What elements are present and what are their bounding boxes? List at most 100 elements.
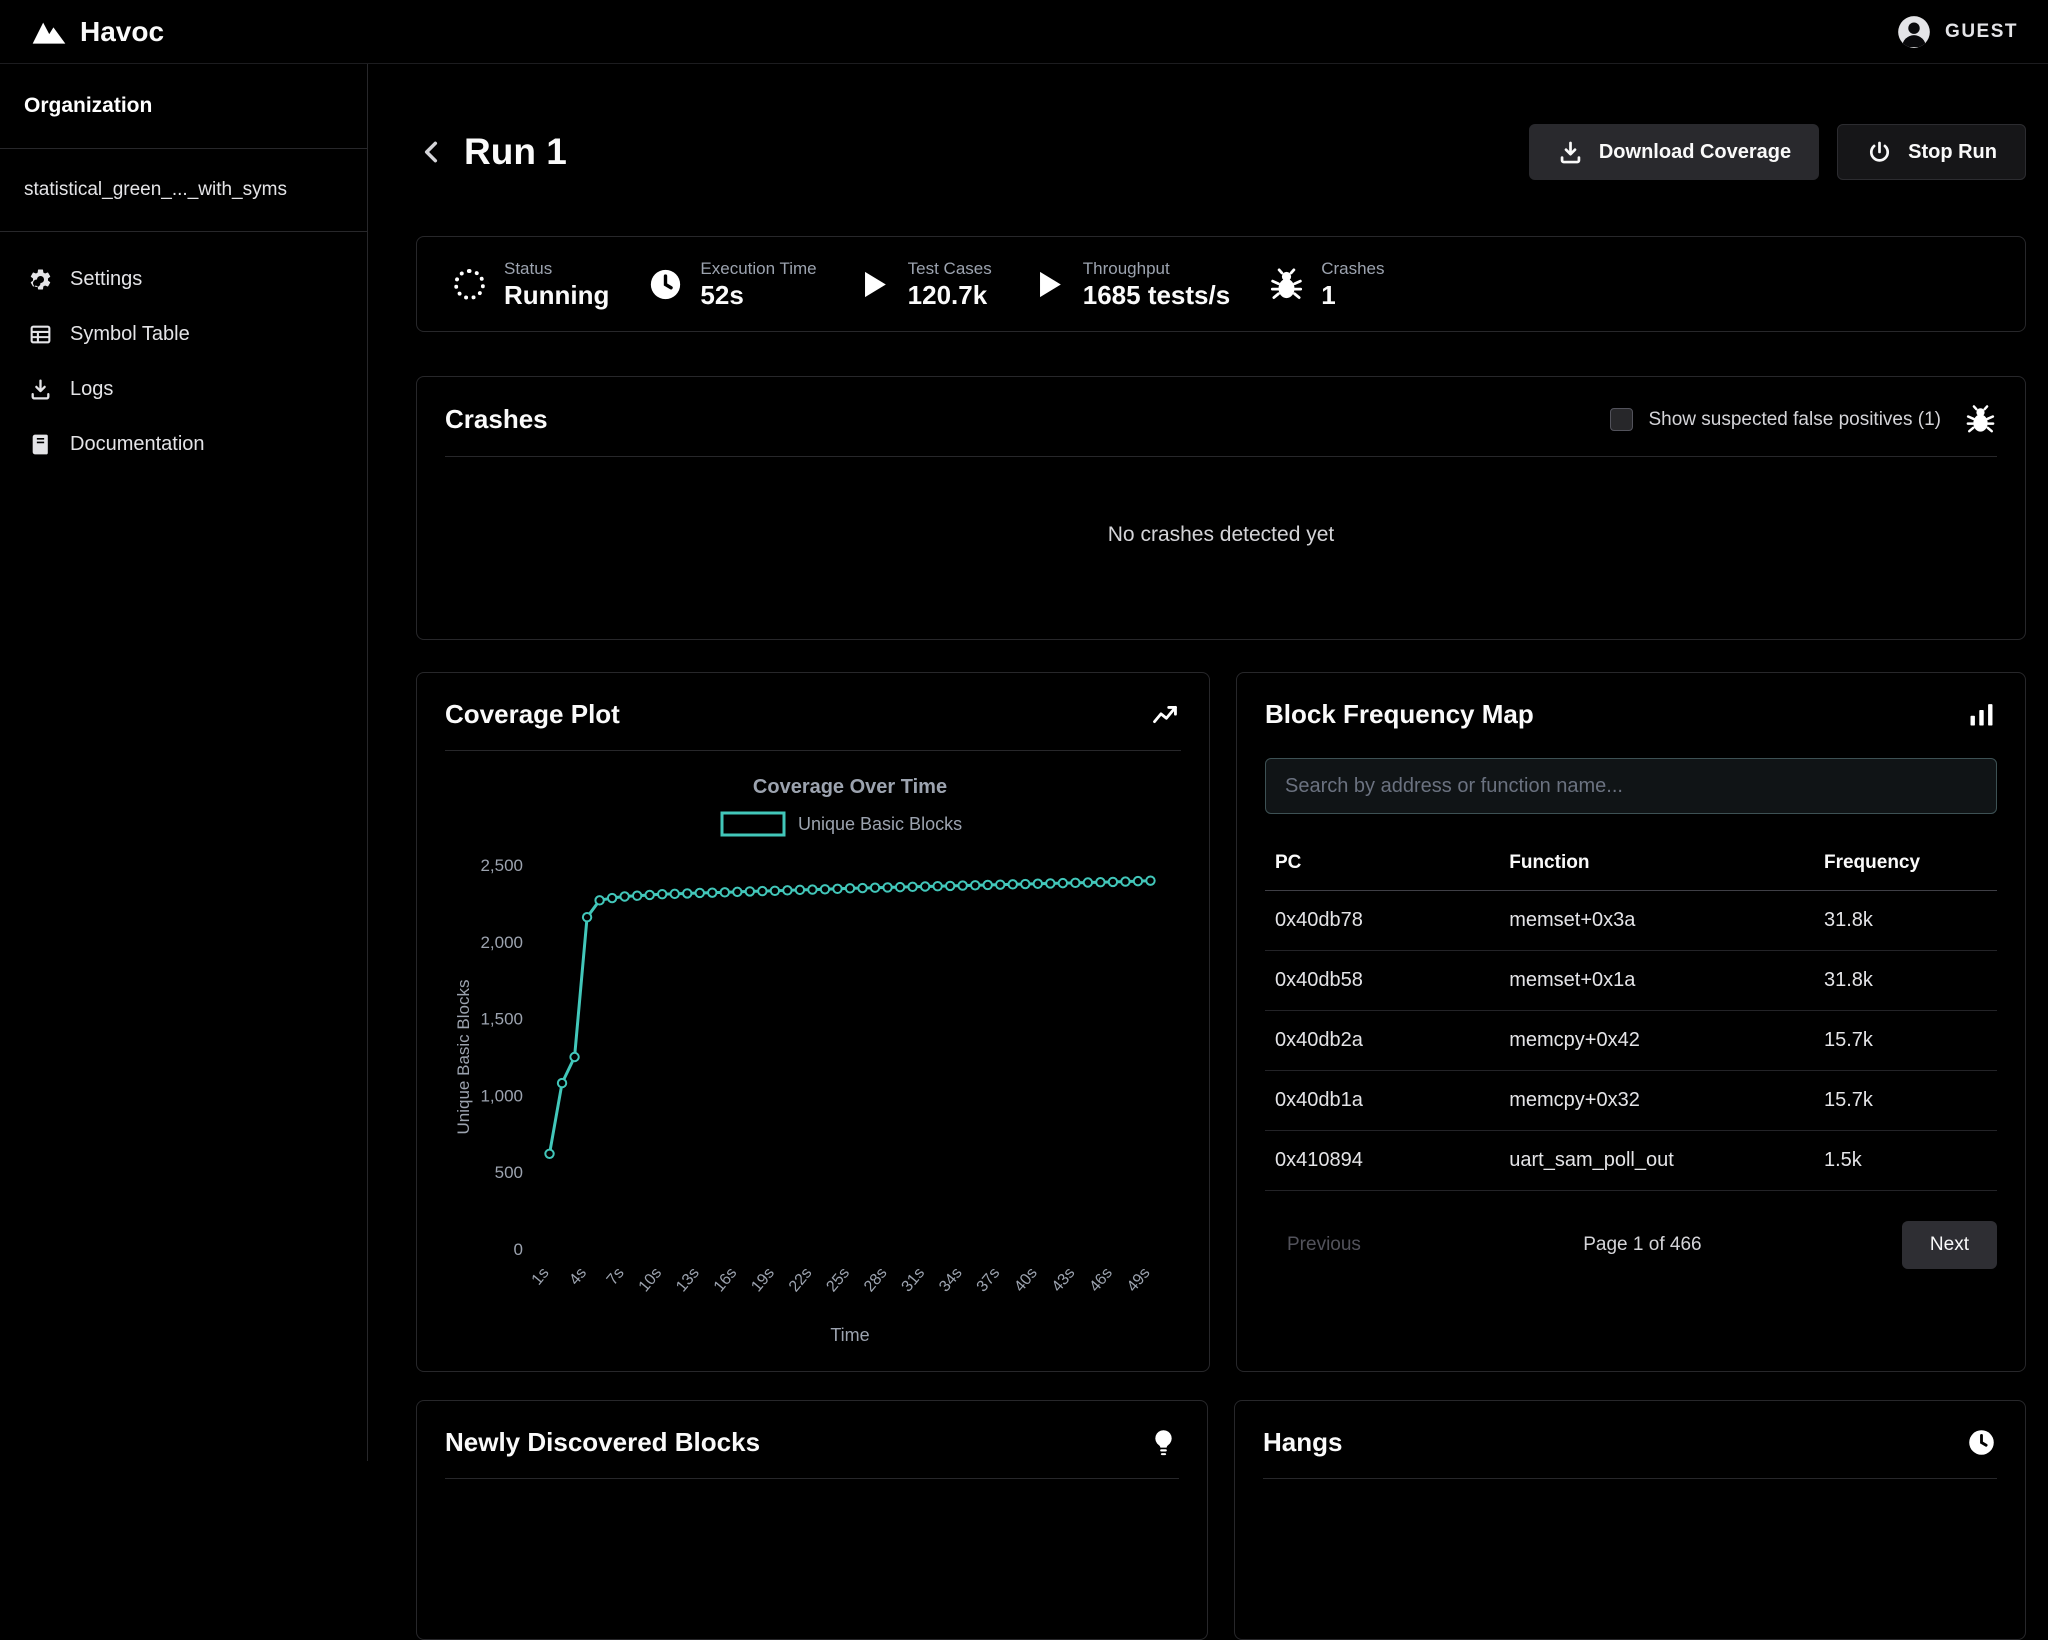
stop-run-label: Stop Run — [1908, 141, 1997, 164]
stat-value: 1 — [1321, 281, 1384, 310]
false-positives-toggle: Show suspected false positives (1) — [1610, 403, 1997, 436]
page-header: Run 1 Download Coverage Stop Run — [416, 124, 2026, 180]
stat-value: 120.7k — [908, 281, 992, 310]
cell-pc: 0x410894 — [1265, 1131, 1499, 1191]
coverage-chart: Coverage Over TimeUnique Basic BlocksUni… — [445, 765, 1181, 1353]
crashes-card: Crashes Show suspected false positives (… — [416, 376, 2026, 640]
cell-pc: 0x40db78 — [1265, 891, 1499, 951]
svg-text:34s: 34s — [936, 1265, 966, 1296]
play-icon — [855, 266, 892, 303]
hangs-title: Hangs — [1263, 1427, 1342, 1458]
column-header-frequency: Frequency — [1814, 836, 1997, 891]
stop-run-button[interactable]: Stop Run — [1837, 124, 2026, 180]
table-row[interactable]: 0x40db78 memset+0x3a 31.8k — [1265, 891, 1997, 951]
svg-text:13s: 13s — [673, 1265, 703, 1296]
svg-text:500: 500 — [495, 1163, 523, 1182]
stat-label: Execution Time — [700, 259, 816, 279]
cell-function: uart_sam_poll_out — [1499, 1131, 1814, 1191]
cell-function: memset+0x1a — [1499, 951, 1814, 1011]
bug-icon — [1268, 266, 1305, 303]
svg-text:7s: 7s — [604, 1265, 628, 1289]
svg-text:1s: 1s — [529, 1265, 553, 1289]
previous-page-button[interactable]: Previous — [1265, 1221, 1383, 1269]
pagination: Previous Page 1 of 466 Next — [1265, 1221, 1997, 1269]
stat-label: Status — [504, 259, 609, 279]
clock-icon — [647, 266, 684, 303]
svg-text:2,000: 2,000 — [480, 933, 523, 952]
cell-frequency: 1.5k — [1814, 1131, 1997, 1191]
cell-pc: 0x40db2a — [1265, 1011, 1499, 1071]
bar-chart-icon — [1966, 699, 1997, 730]
coverage-plot-card: Coverage Plot Coverage Over TimeUnique B… — [416, 672, 1210, 1372]
download-coverage-label: Download Coverage — [1599, 141, 1791, 164]
svg-text:Unique Basic Blocks: Unique Basic Blocks — [798, 814, 962, 834]
run-stats-card: Status Running Execution Time 52s Test C… — [416, 236, 2026, 332]
svg-text:Time: Time — [830, 1325, 869, 1345]
spinner-icon — [454, 269, 485, 300]
svg-text:37s: 37s — [974, 1265, 1004, 1296]
sidebar-item-label: Symbol Table — [70, 323, 190, 346]
user-menu[interactable]: GUEST — [1895, 13, 2018, 51]
back-chevron-icon[interactable] — [416, 136, 448, 168]
download-coverage-button[interactable]: Download Coverage — [1529, 124, 1819, 180]
sidebar-item-symbol-table[interactable]: Symbol Table — [10, 309, 357, 360]
divider — [445, 750, 1181, 751]
svg-text:2,500: 2,500 — [480, 856, 523, 875]
coverage-over-time-chart: Coverage Over TimeUnique Basic BlocksUni… — [445, 765, 1181, 1353]
cell-function: memset+0x3a — [1499, 891, 1814, 951]
org-section: Organization — [0, 64, 367, 149]
brand[interactable]: Havoc — [30, 16, 164, 48]
cell-pc: 0x40db58 — [1265, 951, 1499, 1011]
table-row[interactable]: 0x40db2a memcpy+0x42 15.7k — [1265, 1011, 1997, 1071]
svg-text:43s: 43s — [1049, 1265, 1079, 1296]
main-content: Run 1 Download Coverage Stop Run Status … — [368, 64, 2048, 1640]
mountain-logo-icon — [30, 18, 68, 46]
lightbulb-icon — [1148, 1427, 1179, 1458]
svg-text:40s: 40s — [1011, 1265, 1041, 1296]
stat-execution-time: Execution Time 52s — [647, 259, 816, 310]
next-page-button[interactable]: Next — [1902, 1221, 1997, 1269]
svg-text:31s: 31s — [899, 1265, 929, 1296]
svg-text:28s: 28s — [861, 1265, 891, 1296]
svg-text:4s: 4s — [566, 1265, 590, 1289]
table-icon — [28, 322, 53, 347]
book-icon — [28, 432, 53, 457]
table-row[interactable]: 0x410894 uart_sam_poll_out 1.5k — [1265, 1131, 1997, 1191]
table-row[interactable]: 0x40db58 memset+0x1a 31.8k — [1265, 951, 1997, 1011]
column-header-function: Function — [1499, 836, 1814, 891]
bug-icon — [1964, 403, 1997, 436]
stat-label: Crashes — [1321, 259, 1384, 279]
sidebar-item-documentation[interactable]: Documentation — [10, 419, 357, 470]
table-row[interactable]: 0x40db1a memcpy+0x32 15.7k — [1265, 1071, 1997, 1131]
divider — [445, 1478, 1179, 1479]
power-icon — [1866, 139, 1893, 166]
cell-frequency: 15.7k — [1814, 1071, 1997, 1131]
stat-value: Running — [504, 281, 609, 310]
download-icon — [28, 377, 53, 402]
svg-text:0: 0 — [514, 1240, 523, 1259]
search-input[interactable] — [1265, 758, 1997, 814]
block-frequency-table: PC Function Frequency 0x40db78 memset+0x… — [1265, 836, 1997, 1191]
gear-icon — [28, 267, 53, 292]
sidebar-item-settings[interactable]: Settings — [10, 254, 357, 305]
page-indicator: Page 1 of 466 — [1583, 1234, 1701, 1256]
coverage-plot-title: Coverage Plot — [445, 699, 620, 730]
project-name[interactable]: statistical_green_..._with_syms — [24, 179, 343, 201]
svg-text:10s: 10s — [636, 1265, 666, 1296]
play-icon — [1030, 266, 1067, 303]
false-positives-checkbox[interactable] — [1610, 408, 1633, 431]
project-section: statistical_green_..._with_syms — [0, 149, 367, 232]
false-positives-label: Show suspected false positives (1) — [1648, 409, 1941, 431]
svg-text:25s: 25s — [823, 1265, 853, 1296]
sidebar-item-label: Logs — [70, 378, 113, 401]
block-frequency-map-title: Block Frequency Map — [1265, 699, 1534, 730]
org-label: Organization — [24, 94, 343, 118]
cell-frequency: 31.8k — [1814, 951, 1997, 1011]
block-frequency-map-card: Block Frequency Map PC Function Frequenc… — [1236, 672, 2026, 1372]
svg-text:19s: 19s — [748, 1265, 778, 1296]
svg-text:46s: 46s — [1086, 1265, 1116, 1296]
cell-function: memcpy+0x42 — [1499, 1011, 1814, 1071]
crashes-title: Crashes — [445, 404, 548, 435]
svg-text:16s: 16s — [711, 1265, 741, 1296]
sidebar-item-logs[interactable]: Logs — [10, 364, 357, 415]
